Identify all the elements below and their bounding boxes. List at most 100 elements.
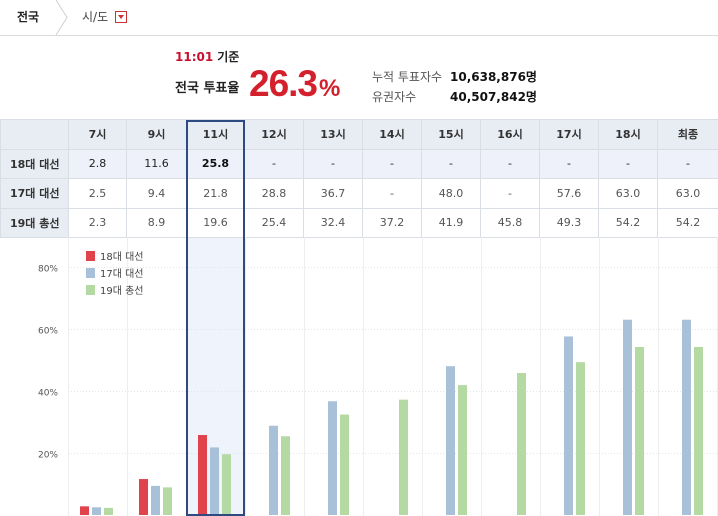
table-cell: 48.0 — [421, 178, 481, 209]
table-cell: 2.3 — [68, 207, 127, 238]
col-header: 16시 — [480, 119, 540, 150]
row-header: 17대 대선 — [0, 178, 69, 209]
cumulative-voters-label: 누적 투표자수 — [372, 70, 443, 84]
table-cell: 9.4 — [126, 178, 187, 209]
bar — [635, 346, 644, 515]
table-cell: - — [480, 148, 540, 179]
y-tick-label: 40% — [38, 389, 58, 399]
table-cell: 45.8 — [480, 207, 540, 238]
as-of-time: 11:01 기준 — [175, 48, 239, 65]
bar — [564, 336, 573, 515]
table-row: 17대 대선 2.5 9.4 21.8 28.8 36.7 - 48.0 - 5… — [0, 178, 718, 209]
turnout-number: 26.3 — [249, 63, 318, 104]
table-row: 19대 총선 2.3 8.9 19.6 25.4 32.4 37.2 41.9 … — [0, 207, 718, 238]
bar — [222, 454, 231, 515]
table-cell: - — [362, 148, 422, 179]
table-cell: 57.6 — [539, 178, 599, 209]
table-cell: 63.0 — [657, 178, 718, 209]
row-header: 19대 총선 — [0, 207, 69, 238]
table-cell: 41.9 — [421, 207, 481, 238]
as-of-time-value: 11:01 — [175, 50, 214, 64]
table-cell: 21.8 — [186, 178, 245, 209]
bar — [623, 319, 632, 515]
eligible-voters-value: 40,507,842명 — [450, 90, 537, 104]
breadcrumb-separator-icon — [55, 0, 68, 35]
table-cell: - — [362, 178, 422, 209]
bar — [517, 373, 526, 515]
breadcrumb-region[interactable]: 시/도 — [82, 0, 108, 35]
table-cell: 32.4 — [303, 207, 363, 238]
table-cell: 63.0 — [598, 178, 658, 209]
bar — [281, 436, 290, 515]
bar — [399, 399, 408, 515]
table-cell: 54.2 — [657, 207, 718, 238]
table-cell: - — [480, 178, 540, 209]
col-header: 18시 — [598, 119, 658, 150]
bar — [210, 447, 219, 515]
bar — [269, 425, 278, 515]
turnout-value: 26.3% — [249, 63, 340, 105]
bar — [163, 487, 172, 515]
table-header-row: 7시 9시 11시 12시 13시 14시 15시 16시 17시 18시 최종 — [0, 119, 718, 150]
table-cell: 37.2 — [362, 207, 422, 238]
table-cell: - — [244, 148, 304, 179]
bar — [92, 507, 101, 515]
table-cell: 11.6 — [126, 148, 187, 179]
turnout-bar-chart: 20% 40% 60% 80% 18대 대선 17대 대선 19대 총선 — [38, 237, 718, 516]
bar — [446, 366, 455, 515]
y-tick-label: 60% — [38, 327, 58, 337]
as-of-time-suffix: 기준 — [217, 50, 240, 64]
table-cell: - — [657, 148, 718, 179]
turnout-table: 7시 9시 11시 12시 13시 14시 15시 16시 17시 18시 최종… — [0, 119, 718, 238]
legend-swatch — [86, 268, 95, 278]
table-cell: 19.6 — [186, 207, 245, 238]
col-header: 14시 — [362, 119, 422, 150]
col-header: 7시 — [68, 119, 127, 150]
bar — [151, 485, 160, 515]
col-header: 12시 — [244, 119, 304, 150]
eligible-voters-label: 유권자수 — [372, 90, 417, 104]
table-cell: 25.4 — [244, 207, 304, 238]
col-header: 11시 — [186, 119, 245, 150]
eligible-voters: 유권자수 40,507,842명 — [372, 88, 537, 105]
y-tick-label: 80% — [38, 265, 58, 275]
bar — [104, 507, 113, 515]
bar — [80, 506, 89, 515]
col-header: 17시 — [539, 119, 599, 150]
cumulative-voters: 누적 투표자수 10,638,876명 — [372, 68, 537, 85]
table-cell: 8.9 — [126, 207, 187, 238]
row-header: 18대 대선 — [0, 148, 69, 179]
turnout-unit: % — [319, 75, 340, 102]
breadcrumb-bar: 전국 시/도 — [0, 0, 718, 36]
table-cell: 54.2 — [598, 207, 658, 238]
col-header: 15시 — [421, 119, 481, 150]
table-cell: 49.3 — [539, 207, 599, 238]
bar — [340, 414, 349, 515]
table-cell: - — [598, 148, 658, 179]
legend-swatch — [86, 285, 95, 295]
col-header: 최종 — [657, 119, 718, 150]
table-cell: 2.5 — [68, 178, 127, 209]
bar — [682, 319, 691, 515]
table-cell: - — [421, 148, 481, 179]
bar — [139, 479, 148, 515]
col-header: 9시 — [126, 119, 187, 150]
legend-label: 17대 대선 — [100, 268, 144, 280]
table-cell: 25.8 — [186, 148, 245, 179]
region-dropdown-icon[interactable] — [115, 11, 127, 23]
col-header: 13시 — [303, 119, 363, 150]
table-cell: 2.8 — [68, 148, 127, 179]
table-cell: - — [539, 148, 599, 179]
bar — [328, 401, 337, 515]
cumulative-voters-value: 10,638,876명 — [450, 70, 537, 84]
table-corner-cell — [0, 119, 69, 150]
table-row: 18대 대선 2.8 11.6 25.8 - - - - - - - - — [0, 148, 718, 179]
bar — [694, 346, 703, 515]
turnout-label: 전국 투표율 — [175, 81, 240, 96]
table-cell: - — [303, 148, 363, 179]
bar — [458, 385, 467, 515]
legend-swatch — [86, 251, 95, 261]
bar — [198, 435, 207, 515]
table-cell: 28.8 — [244, 178, 304, 209]
bar — [576, 362, 585, 515]
